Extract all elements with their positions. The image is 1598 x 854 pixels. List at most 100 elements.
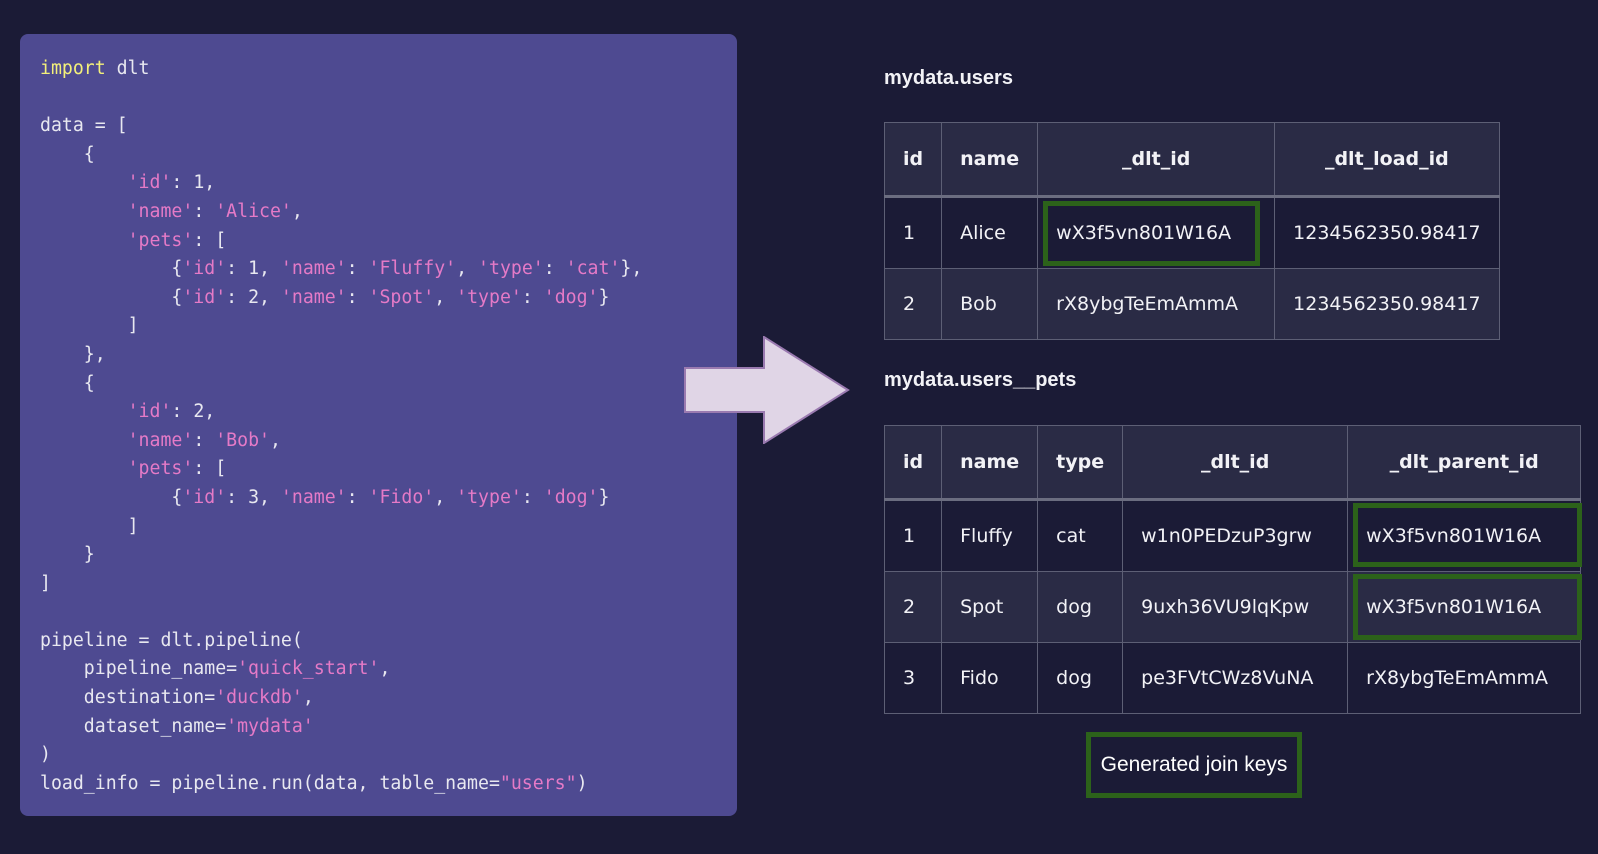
code-block: import dlt data = [ { 'id': 1, 'name': 'A… [40,55,642,798]
cell: 1234562350.98417 [1274,268,1500,340]
code-line: ] [40,570,642,599]
code-text: : [ [193,458,227,480]
col-header: id [883,425,943,501]
code-text: , [291,200,303,222]
table-row: 2 Spot dog 9uxh36VU9lqKpw wX3f5vn801W16A [883,571,1583,643]
cell-text: wX3f5vn801W16A [1366,525,1542,547]
cell: rX8ybgTeEmAmmA [1037,268,1276,340]
code-line: pipeline_name='quick_start', [40,655,642,684]
users-table-header: id name _dlt_id _dlt_load_id [883,122,1500,198]
col-header: _dlt_load_id [1274,122,1500,198]
cell: Alice [941,196,1039,269]
code-line: 'pets': [ [40,455,642,484]
code-string: 'name' [280,486,347,508]
code-string: 'id' [182,286,227,308]
code-string: 'dog' [543,486,599,508]
code-line: ] [40,312,642,341]
code-string: 'type' [456,286,522,308]
cell-highlighted: wX3f5vn801W16A [1037,196,1276,269]
code-line: ) [40,741,642,770]
code-line: data = [ [40,112,642,141]
code-line: import dlt [40,55,642,84]
code-text: } [40,544,95,566]
code-text: : 2, [226,286,281,308]
cell: dog [1037,571,1124,643]
code-string: 'type' [456,486,522,508]
code-text: } [598,486,610,508]
cell: w1n0PEDzuP3grw [1122,499,1349,572]
code-line: } [40,541,642,570]
code-text: , [269,429,281,451]
cell-highlighted: wX3f5vn801W16A [1347,499,1583,572]
code-text: , [434,486,457,508]
code-text: : [346,286,369,308]
code-text: : [193,429,216,451]
code-string: 'duckdb' [215,687,303,709]
cell: dog [1037,642,1124,714]
code-text: : 1, [226,258,281,280]
cell: 1234562350.98417 [1274,196,1500,269]
cell-text: wX3f5vn801W16A [1366,596,1542,618]
code-text: : 3, [226,486,281,508]
code-text: : [ [193,229,227,251]
code-text: data = [ [40,115,128,137]
cell: Bob [941,268,1039,340]
code-line: { [40,141,642,170]
cell-text: wX3f5vn801W16A [1056,222,1232,244]
code-string: 'id' [127,172,172,194]
code-text: { [40,143,95,165]
code-text: : 1, [171,172,216,194]
code-line: pipeline = dlt.pipeline( [40,627,642,656]
code-string: 'type' [478,258,544,280]
table-row: 3 Fido dog pe3FVtCWz8VuNA rX8ybgTeEmAmmA [883,642,1582,714]
code-string: 'Alice' [215,200,292,222]
code-line: {'id': 1, 'name': 'Fluffy', 'type': 'cat… [40,255,642,284]
code-string: 'mydata' [226,715,314,737]
code-line: destination='duckdb', [40,684,642,713]
code-string: 'name' [280,258,347,280]
cell: pe3FVtCWz8VuNA [1122,642,1349,714]
code-text: , [302,687,314,709]
code-line: load_info = pipeline.run(data, table_nam… [40,770,642,799]
code-text: { [40,286,183,308]
col-header: type [1037,425,1124,501]
code-text: : 2, [171,401,216,423]
code-text: { [40,258,183,280]
code-line: {'id': 3, 'name': 'Fido', 'type': 'dog'} [40,484,642,513]
code-string: 'cat' [565,258,621,280]
code-text: dataset_name= [40,715,227,737]
code-panel: import dlt data = [ { 'id': 1, 'name': 'A… [20,34,737,816]
cell-highlighted: wX3f5vn801W16A [1347,571,1583,643]
code-string: 'Spot' [368,286,435,308]
code-text: { [40,486,183,508]
code-string: 'pets' [127,458,194,480]
code-string: 'name' [127,200,194,222]
code-keyword: import [40,58,106,79]
code-string: 'Fluffy' [368,258,457,280]
code-string: 'pets' [127,229,194,251]
cell: rX8ybgTeEmAmmA [1347,642,1582,714]
cell: cat [1037,499,1124,572]
code-text: , [379,658,391,680]
code-text: { [40,372,95,394]
cell: 1 [883,499,943,572]
code-line: 'id': 1, [40,169,642,198]
legend-join-keys: Generated join keys [1086,732,1302,798]
cell: 2 [883,571,943,643]
col-header: name [941,425,1039,501]
code-string: 'Fido' [368,486,435,508]
users-table: id name _dlt_id _dlt_load_id 1 Alice wX3… [883,122,1500,340]
code-text: : [543,258,566,280]
legend-label: Generated join keys [1100,753,1288,776]
code-line: 'name': 'Bob', [40,427,642,456]
table-row: 1 Alice wX3f5vn801W16A 1234562350.98417 [883,196,1500,269]
code-text: pipeline_name= [40,658,238,680]
code-text: : [346,486,369,508]
pets-table-header: id name type _dlt_id _dlt_parent_id [883,425,1582,501]
